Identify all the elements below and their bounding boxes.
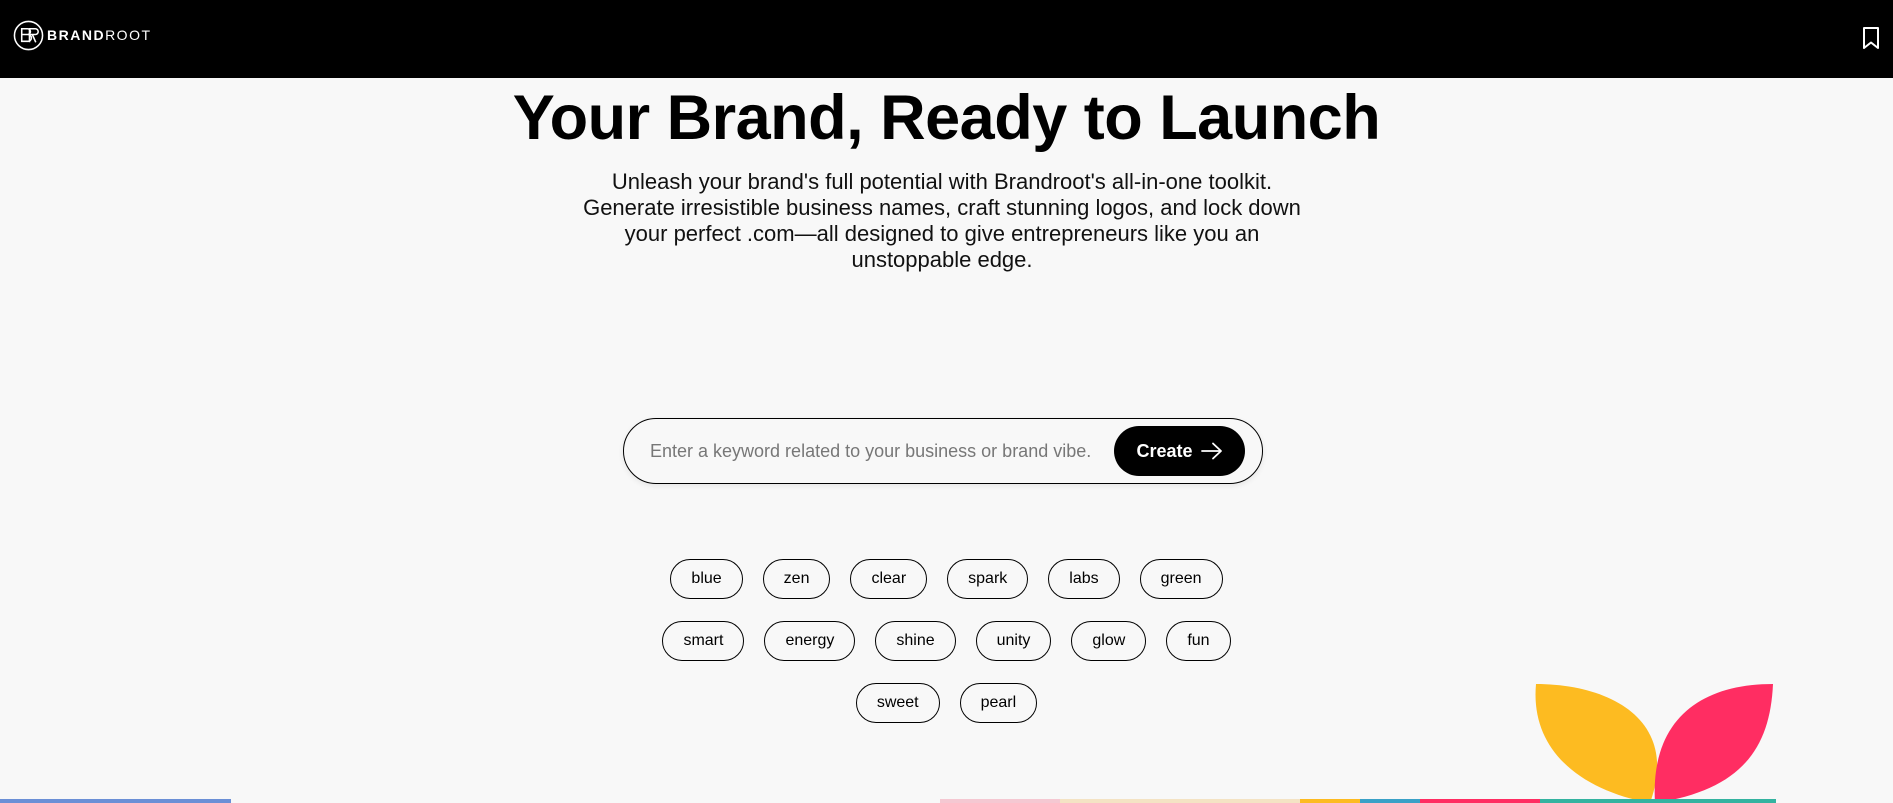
hero-subtitle: Unleash your brand's full potential with… [583,169,1301,272]
keyword-chip[interactable]: glow [1071,621,1147,661]
create-button-label: Create [1136,440,1193,461]
page-title: Your Brand, Ready to Launch [512,83,1381,153]
keyword-chip[interactable]: spark [947,559,1029,599]
keyword-chip[interactable]: blue [670,559,743,599]
top-navbar: BRANDROOT [0,0,1893,78]
bookmark-icon[interactable] [1861,26,1881,50]
logo-wordmark: BRANDROOT [47,27,152,43]
pink-leaf-shape [1654,684,1773,803]
keyword-search-bar: Create [623,418,1263,484]
keyword-chip[interactable]: zen [762,559,831,599]
yellow-leaf-shape [1535,684,1658,803]
brandroot-logo[interactable]: BRANDROOT [13,19,152,51]
keyword-chip[interactable]: sweet [855,683,940,723]
keyword-chip[interactable]: unity [975,621,1052,661]
arrow-right-icon [1200,442,1222,460]
decorative-color-strip [0,799,1776,803]
keyword-chip[interactable]: fun [1166,621,1231,661]
keyword-chip[interactable]: clear [850,559,928,599]
decorative-leaves-illustration [1535,684,1773,803]
keyword-row: blue zen clear spark labs green [0,559,1893,599]
create-button[interactable]: Create [1114,426,1245,476]
keyword-chip[interactable]: labs [1048,559,1120,599]
keyword-input[interactable] [648,431,1114,471]
keyword-chip[interactable]: green [1139,559,1223,599]
brandroot-logo-icon [13,20,44,50]
keyword-chip[interactable]: pearl [959,683,1038,723]
keyword-row: smart energy shine unity glow fun [0,621,1893,661]
keyword-chip[interactable]: shine [875,621,956,661]
keyword-chip[interactable]: smart [662,621,745,661]
keyword-chip[interactable]: energy [764,621,856,661]
